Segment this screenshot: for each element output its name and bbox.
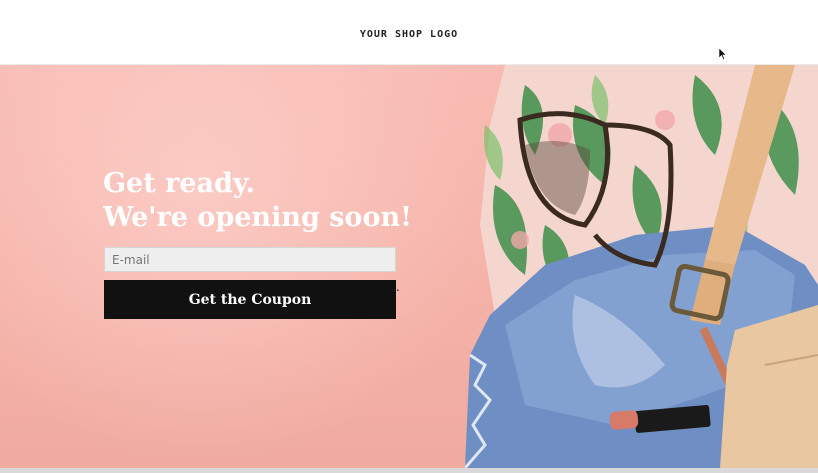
mouse-cursor-icon [719, 48, 727, 60]
headline-line-2: We're opening soon! [103, 202, 412, 233]
product-photo-icon [465, 65, 818, 468]
site-header: YOUR SHOP LOGO [0, 0, 818, 65]
email-field[interactable] [104, 247, 396, 272]
landing-page: YOUR SHOP LOGO Get ready. We're opening … [0, 0, 818, 473]
hero-headline: Get ready. We're opening soon! [103, 167, 483, 235]
get-coupon-button[interactable]: Get the Coupon [104, 280, 396, 319]
shop-logo[interactable]: YOUR SHOP LOGO [0, 29, 818, 40]
bottom-strip [0, 468, 818, 473]
headline-line-1: Get ready. [103, 168, 255, 199]
